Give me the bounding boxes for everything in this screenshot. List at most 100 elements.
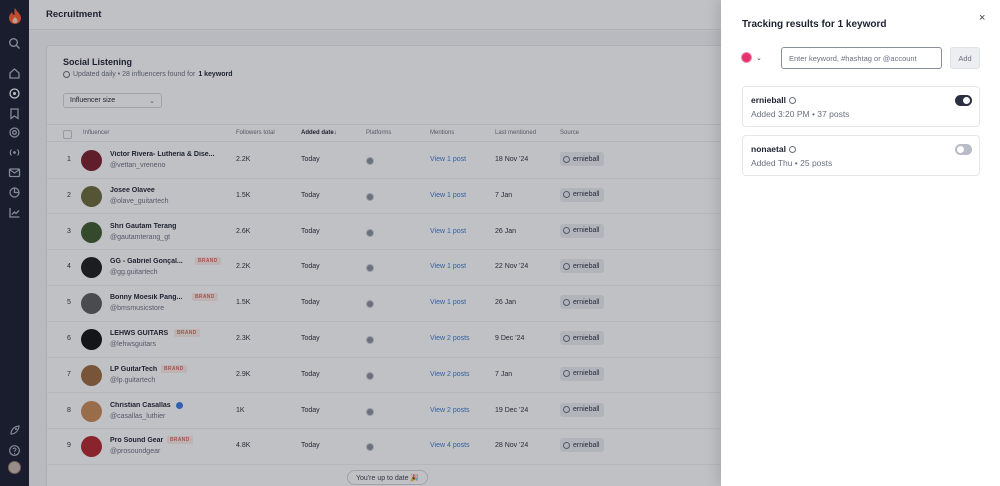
view-posts-link[interactable]: View 1 post	[430, 263, 466, 270]
added-date: Today	[301, 191, 320, 199]
source-chip[interactable]: ernieball	[560, 366, 605, 381]
table-row[interactable]: 8 Christian Casallas @casallas_luthier 1K To…	[47, 394, 721, 430]
source-chip[interactable]: ernieball	[560, 402, 605, 417]
source-chip[interactable]: ernieball	[560, 295, 605, 310]
added-date: Today	[301, 370, 320, 378]
select-all-checkbox[interactable]	[63, 130, 72, 139]
table-row[interactable]: 7 LP GuitarTech @lp.guitartech BRAND 2.9K Tod…	[47, 358, 721, 394]
network-selector[interactable]: ⌄	[741, 52, 762, 63]
app-title: Recruitment	[46, 9, 102, 20]
influencer-avatar[interactable]	[81, 436, 102, 458]
last-mentioned: 7 Jan	[495, 370, 513, 378]
view-posts-link[interactable]: View 4 posts	[430, 442, 470, 449]
row-number: 5	[67, 299, 71, 307]
influencer-avatar[interactable]	[81, 150, 102, 171]
instagram-icon	[563, 227, 570, 235]
keyword-toggle[interactable]	[955, 95, 972, 106]
followers-total: 2.9K	[236, 370, 251, 378]
table-row[interactable]: 4 GG - Gabriel Gonçal... @gg.guitartech BRA…	[47, 250, 721, 287]
col-source[interactable]: Source	[560, 130, 579, 136]
user-avatar[interactable]	[8, 461, 21, 474]
source-chip[interactable]: ernieball	[560, 152, 605, 166]
row-number: 3	[67, 227, 71, 235]
influencer-name[interactable]: GG - Gabriel Gonçal...	[110, 258, 183, 265]
influencer-name[interactable]: LEHWS GUITARS	[110, 330, 168, 337]
table-row[interactable]: 2 Josee Olavee @olave_guitartech 1.5K Today V…	[47, 179, 721, 215]
flame-logo-icon[interactable]	[8, 8, 22, 24]
col-platforms[interactable]: Platforms	[366, 130, 391, 136]
influencer-size-filter[interactable]: Influencer size ⌄	[63, 93, 162, 108]
close-icon[interactable]: ×	[979, 12, 985, 24]
instagram-icon	[563, 155, 570, 163]
instagram-icon	[741, 52, 752, 63]
influencer-avatar[interactable]	[81, 293, 102, 315]
influencer-name[interactable]: Josee Olavee	[110, 187, 155, 194]
view-posts-link[interactable]: View 1 post	[430, 156, 466, 163]
col-last-mentioned[interactable]: Last mentioned	[495, 130, 536, 136]
view-posts-link[interactable]: View 2 posts	[430, 371, 470, 378]
table-row[interactable]: 9 Pro Sound Gear @prosoundgear BRAND 4.8K Tod…	[47, 429, 721, 466]
topbar: Recruitment	[29, 0, 721, 30]
influencer-name[interactable]: Christian Casallas	[110, 402, 171, 409]
influencer-avatar[interactable]	[81, 257, 102, 279]
keyword-card: nonaetal Added Thu • 25 posts	[742, 135, 980, 176]
row-number: 8	[67, 406, 71, 414]
influencer-handle: @casallas_luthier	[110, 412, 166, 420]
bookmark-icon[interactable]	[8, 107, 21, 120]
keyword-input[interactable]	[781, 47, 942, 69]
table-row[interactable]: 5 Bonny Moesik Pang... @bmsmusicstore BRAND…	[47, 286, 721, 322]
brand-badge: BRAND	[161, 364, 187, 373]
row-number: 1	[67, 156, 71, 163]
help-icon[interactable]	[8, 444, 21, 457]
source-chip[interactable]: ernieball	[560, 223, 605, 238]
source-chip[interactable]: ernieball	[560, 187, 605, 202]
influencer-handle: @vettan_vreneno	[110, 162, 166, 169]
influencer-name[interactable]: Bonny Moesik Pang...	[110, 294, 182, 301]
broadcast-icon[interactable]	[8, 146, 21, 159]
source-chip[interactable]: ernieball	[560, 331, 605, 345]
view-posts-link[interactable]: View 2 posts	[430, 407, 470, 414]
row-number: 7	[67, 370, 71, 378]
influencer-name[interactable]: Pro Sound Gear	[110, 437, 163, 444]
search-icon[interactable]	[8, 37, 21, 50]
followers-total: 2.3K	[236, 335, 251, 342]
influencer-name[interactable]: Shri Gautam Terang	[110, 223, 176, 230]
followers-total: 1.5K	[236, 299, 251, 307]
influencer-name[interactable]: LP GuitarTech	[110, 366, 157, 373]
mail-icon[interactable]	[8, 166, 21, 179]
influencer-avatar[interactable]	[81, 329, 102, 350]
table-row[interactable]: 6 LEHWS GUITARS @lehwsguitars BRAND 2.3K Toda…	[47, 322, 721, 358]
view-posts-link[interactable]: View 2 posts	[430, 335, 470, 342]
influencer-avatar[interactable]	[81, 364, 102, 386]
col-followers[interactable]: Followers total	[236, 130, 275, 136]
influencer-avatar[interactable]	[81, 185, 102, 207]
influencer-avatar[interactable]	[81, 400, 102, 422]
col-influencer[interactable]: Influencer	[83, 130, 109, 136]
instagram-icon	[563, 298, 570, 306]
home-icon[interactable]	[8, 67, 21, 80]
keyword-toggle[interactable]	[955, 144, 972, 155]
up-to-date-toast: You're up to date 🎉	[347, 470, 429, 485]
instagram-icon	[366, 264, 374, 273]
pie-chart-icon[interactable]	[8, 186, 21, 199]
source-chip[interactable]: ernieball	[560, 259, 605, 274]
table-row[interactable]: 1 Victor Rivera- Lutheria & Dise... @vetta…	[47, 143, 721, 179]
instagram-icon	[366, 192, 374, 201]
table-row[interactable]: 3 Shri Gautam Terang @gautamterang_gt 2.6K T…	[47, 215, 721, 251]
view-posts-link[interactable]: View 1 post	[430, 192, 466, 199]
source-chip[interactable]: ernieball	[560, 438, 605, 453]
add-keyword-button[interactable]: Add	[950, 47, 980, 69]
row-number: 9	[67, 442, 71, 450]
col-added-date[interactable]: Added date↓	[301, 130, 337, 136]
followers-total: 2.2K	[236, 156, 251, 163]
influencer-name[interactable]: Victor Rivera- Lutheria & Dise...	[110, 151, 215, 158]
rocket-icon[interactable]	[8, 424, 21, 437]
view-posts-link[interactable]: View 1 post	[430, 299, 466, 306]
source-name: ernieball	[573, 334, 600, 342]
view-posts-link[interactable]: View 1 post	[430, 228, 466, 235]
settings-icon[interactable]	[8, 126, 21, 139]
analytics-icon[interactable]	[8, 206, 21, 219]
target-icon[interactable]	[8, 87, 21, 100]
col-mentions[interactable]: Mentions	[430, 130, 454, 136]
influencer-avatar[interactable]	[81, 221, 102, 243]
